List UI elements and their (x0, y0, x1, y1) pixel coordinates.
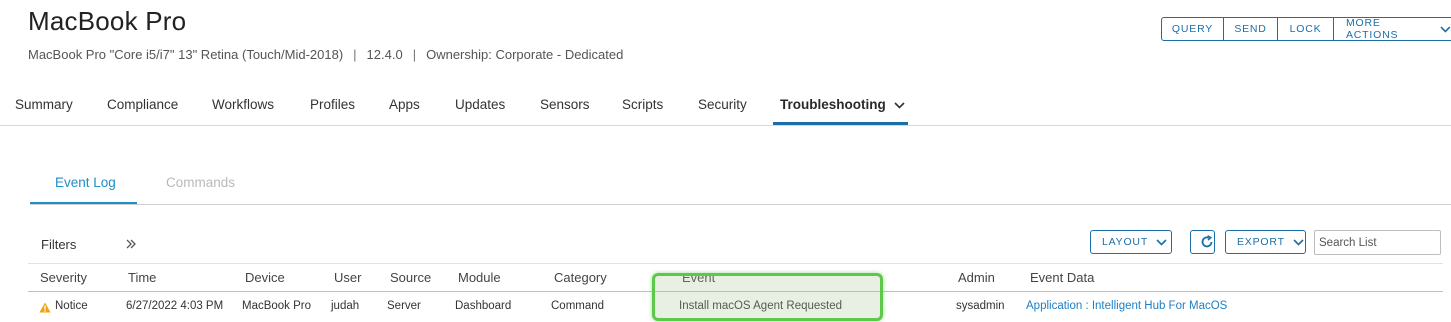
layout-button[interactable]: LAYOUT (1090, 230, 1172, 254)
tab-sensors[interactable]: Sensors (540, 97, 590, 112)
refresh-icon (1201, 235, 1212, 248)
tab-profiles[interactable]: Profiles (310, 97, 355, 112)
table-header-row: Severity Time Device User Source Module … (28, 263, 1443, 292)
separator: | (412, 47, 417, 62)
send-button[interactable]: SEND (1224, 17, 1278, 41)
device-subtitle: MacBook Pro "Core i5/i7" 13" Retina (Tou… (28, 47, 623, 62)
tab-scripts[interactable]: Scripts (622, 97, 663, 112)
active-subtab-indicator (30, 202, 137, 204)
send-button-label: SEND (1234, 23, 1267, 35)
tab-summary[interactable]: Summary (15, 97, 73, 112)
warning-icon (39, 300, 51, 318)
chevron-down-icon (1293, 238, 1304, 246)
refresh-button[interactable] (1190, 230, 1215, 254)
table-row[interactable]: Notice 6/27/2022 4:03 PM MacBook Pro jud… (28, 293, 1443, 322)
column-header-severity[interactable]: Severity (40, 270, 87, 285)
cell-module: Dashboard (455, 300, 512, 312)
export-button-label: EXPORT (1237, 236, 1285, 248)
tab-workflows[interactable]: Workflows (212, 97, 274, 112)
chevron-down-icon (1440, 25, 1451, 33)
column-header-user[interactable]: User (334, 270, 361, 285)
filters-label: Filters (41, 237, 77, 252)
cell-device: MacBook Pro (242, 300, 312, 312)
column-header-category[interactable]: Category (554, 270, 607, 285)
column-header-source[interactable]: Source (390, 270, 431, 285)
more-actions-label: MORE ACTIONS (1346, 17, 1399, 41)
cell-user: judah (331, 300, 360, 312)
tab-apps[interactable]: Apps (389, 97, 420, 112)
cell-admin: sysadmin (956, 300, 1005, 312)
column-header-event-data[interactable]: Event Data (1030, 270, 1094, 285)
action-button-group: QUERY SEND LOCK MORE ACTIONS (1161, 17, 1451, 41)
double-chevron-right-icon[interactable] (125, 237, 137, 255)
column-header-admin[interactable]: Admin (958, 270, 995, 285)
tab-compliance[interactable]: Compliance (107, 97, 178, 112)
device-model: MacBook Pro "Core i5/i7" 13" Retina (Tou… (28, 47, 344, 62)
cell-event-data-link[interactable]: Application : Intelligent Hub For MacOS (1026, 300, 1227, 312)
column-header-module[interactable]: Module (458, 270, 501, 285)
cell-time: 6/27/2022 4:03 PM (126, 300, 224, 312)
layout-button-label: LAYOUT (1102, 236, 1149, 248)
cell-category: Command (551, 300, 605, 312)
tab-updates[interactable]: Updates (455, 97, 505, 112)
tab-troubleshooting-label: Troubleshooting (780, 97, 886, 112)
cell-source: Server (387, 300, 421, 312)
search-input[interactable] (1314, 230, 1441, 255)
export-button[interactable]: EXPORT (1225, 230, 1306, 254)
cell-severity: Notice (55, 300, 88, 312)
column-header-device[interactable]: Device (245, 270, 285, 285)
page-title: MacBook Pro (28, 6, 187, 36)
sub-tab-bar: Event Log Commands (30, 168, 1451, 205)
chevron-down-icon (894, 102, 905, 109)
query-button-label: QUERY (1171, 23, 1214, 35)
os-version: 12.4.0 (366, 47, 403, 62)
ownership: Ownership: Corporate - Dedicated (426, 47, 624, 62)
column-header-event[interactable]: Event (682, 270, 715, 285)
main-tab-bar: Summary Compliance Workflows Profiles Ap… (0, 88, 1451, 126)
separator: | (353, 47, 357, 62)
tab-troubleshooting[interactable]: Troubleshooting (780, 97, 905, 112)
lock-button[interactable]: LOCK (1278, 17, 1334, 41)
column-header-time[interactable]: Time (128, 270, 156, 285)
tab-commands[interactable]: Commands (166, 175, 235, 190)
query-button[interactable]: QUERY (1161, 17, 1224, 41)
tab-security[interactable]: Security (698, 97, 747, 112)
lock-button-label: LOCK (1289, 23, 1322, 35)
active-tab-indicator (773, 122, 908, 125)
tab-event-log[interactable]: Event Log (55, 175, 116, 190)
chevron-down-icon (1156, 238, 1167, 246)
more-actions-button[interactable]: MORE ACTIONS (1334, 17, 1451, 41)
cell-event: Install macOS Agent Requested (679, 300, 843, 312)
